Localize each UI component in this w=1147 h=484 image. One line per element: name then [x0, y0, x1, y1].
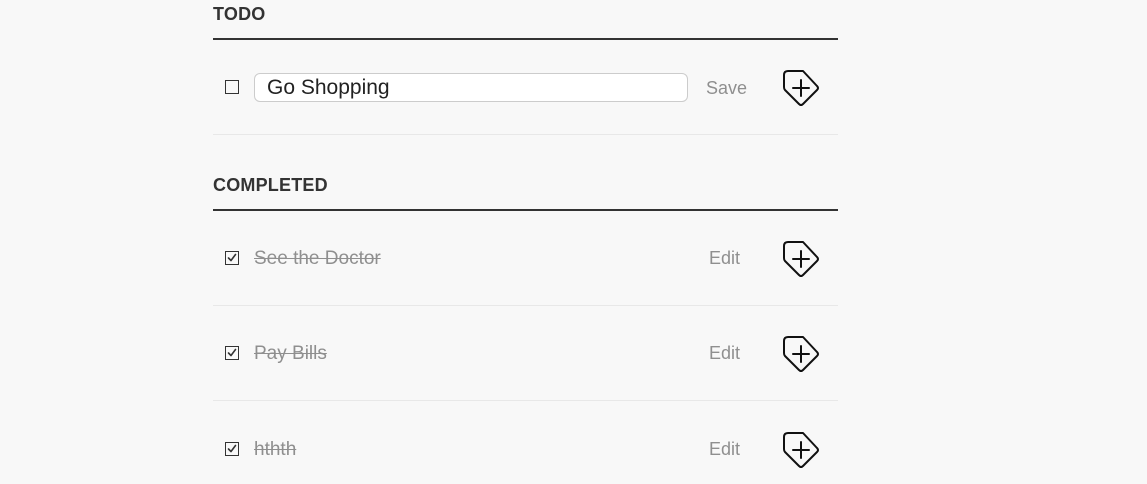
todo-item-edit-input[interactable]	[254, 73, 688, 102]
add-tag-button[interactable]	[781, 430, 821, 470]
add-tag-button[interactable]	[781, 68, 821, 108]
todo-item-row: Save	[213, 40, 838, 135]
add-tag-button[interactable]	[781, 239, 821, 279]
add-tag-button[interactable]	[781, 334, 821, 374]
completed-item-row: Pay Bills Edit	[213, 306, 838, 401]
tag-plus-icon	[783, 432, 819, 468]
completed-item-checkbox[interactable]	[225, 442, 239, 456]
tag-plus-icon	[783, 70, 819, 106]
completed-item-checkbox[interactable]	[225, 346, 239, 360]
completed-item-text: Pay Bills	[254, 343, 327, 364]
completed-item-row: See the Doctor Edit	[213, 211, 838, 306]
todo-item-checkbox[interactable]	[225, 80, 239, 94]
edit-button[interactable]: Edit	[709, 343, 740, 364]
edit-button[interactable]: Edit	[709, 248, 740, 269]
todo-heading: TODO	[213, 4, 266, 24]
checkmark-icon	[227, 253, 237, 262]
completed-item-text: See the Doctor	[254, 248, 381, 269]
completed-item-row: hthth Edit	[213, 401, 838, 484]
save-button[interactable]: Save	[706, 78, 747, 99]
tag-plus-icon	[783, 241, 819, 277]
checkmark-icon	[227, 348, 237, 357]
checkmark-icon	[227, 444, 237, 453]
completed-item-text: hthth	[254, 439, 297, 460]
completed-item-checkbox[interactable]	[225, 251, 239, 265]
edit-button[interactable]: Edit	[709, 439, 740, 460]
tag-plus-icon	[783, 336, 819, 372]
completed-heading: COMPLETED	[213, 175, 328, 195]
